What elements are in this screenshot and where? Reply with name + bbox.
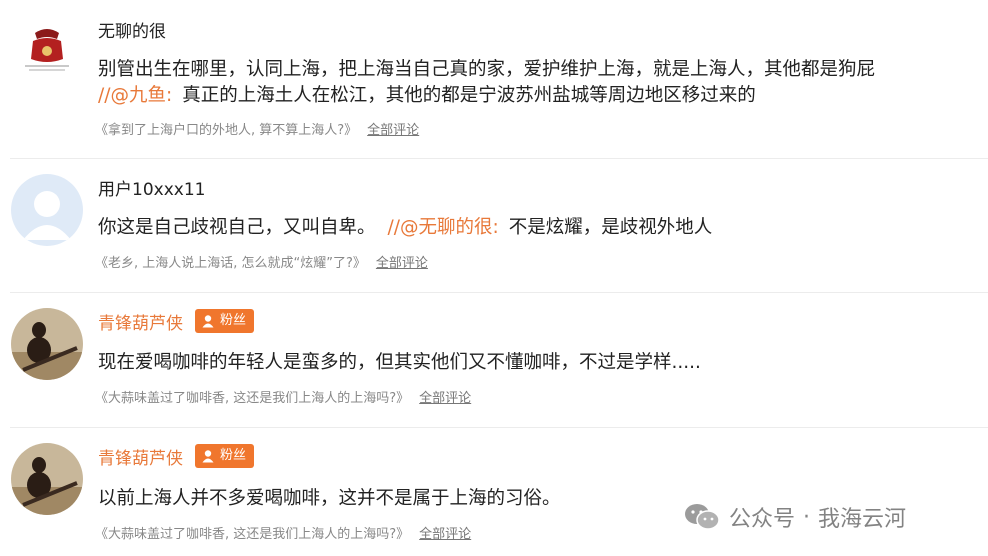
all-comments-link[interactable]: 全部评论	[367, 123, 419, 138]
comment-item: 青锋葫芦侠 粉丝 现在爱喝咖啡的年轻人是蛮多的，但其实他们又不懂咖啡，不过是学样…	[0, 293, 988, 427]
wechat-watermark: 公众号 · 我海云河	[683, 499, 906, 535]
comment-text: 别管出生在哪里，认同上海，把上海当自己真的家，爱护维护上海，就是上海人，其他都是…	[98, 56, 875, 84]
all-comments-link[interactable]: 全部评论	[376, 256, 428, 271]
reply-mention-link[interactable]: //@九鱼:	[98, 85, 172, 106]
fan-badge: 粉丝	[195, 309, 255, 333]
comment-text: 你这是自己歧视自己，又叫自卑。 //@无聊的很: 不是炫耀，是歧视外地人	[98, 214, 712, 242]
source-article-title[interactable]: 《大蒜味盖过了咖啡香, 这还是我们上海人的上海吗?》	[95, 391, 409, 406]
watermark-dot: ·	[803, 504, 811, 530]
person-icon	[202, 450, 214, 463]
watermark-name: 我海云河	[818, 507, 907, 532]
comment-item: 用户10xxx11 你这是自己歧视自己，又叫自卑。 //@无聊的很: 不是炫耀，是歧…	[0, 159, 988, 292]
comment-item: 无聊的很 别管出生在哪里，认同上海，把上海当自己真的家，爱护维护上海，就是上海人…	[0, 0, 988, 158]
username[interactable]: 青锋葫芦侠	[98, 449, 183, 469]
reply-quote: //@九鱼: 真正的上海土人在松江，其他的都是宁波苏州盐城等周边地区移过来的	[98, 82, 756, 110]
reply-text: 真正的上海土人在松江，其他的都是宁波苏州盐城等周边地区移过来的	[182, 85, 756, 106]
comment-item: 青锋葫芦侠 粉丝 以前上海人并不多爱喝咖啡，这并不是属于上海的习俗。 《大蒜味盖…	[0, 428, 988, 556]
avatar[interactable]	[11, 174, 83, 246]
all-comments-link[interactable]: 全部评论	[419, 391, 471, 406]
fan-badge-label: 粉丝	[220, 313, 247, 328]
gourd-avatar-image	[11, 443, 83, 515]
username[interactable]: 用户10xxx11	[98, 180, 205, 200]
reply-mention-link[interactable]: //@无聊的很:	[388, 217, 499, 238]
gourd-avatar-image	[11, 308, 83, 380]
avatar-image	[11, 11, 83, 83]
comment-text: 现在爱喝咖啡的年轻人是蛮多的，但其实他们又不懂咖啡，不过是学样.....	[98, 349, 701, 377]
source-article-title[interactable]: 《大蒜味盖过了咖啡香, 这还是我们上海人的上海吗?》	[95, 527, 409, 542]
default-avatar-icon	[11, 174, 83, 246]
comment-text: 以前上海人并不多爱喝咖啡，这并不是属于上海的习俗。	[98, 485, 561, 513]
source-article-title[interactable]: 《老乡, 上海人说上海话, 怎么就成“炫耀”了?》	[95, 256, 366, 271]
watermark-prefix: 公众号	[729, 507, 796, 532]
comment-text-main: 现在爱喝咖啡的年轻人是蛮多的，但其实他们又不懂咖啡，不过是学样.....	[98, 352, 701, 373]
fan-badge-label: 粉丝	[220, 448, 247, 463]
comment-text-line: 别管出生在哪里，认同上海，把上海当自己真的家，爱护维护上海，就是上海人，其他都是…	[98, 59, 876, 80]
avatar[interactable]	[11, 11, 83, 83]
fan-badge: 粉丝	[195, 444, 255, 468]
person-icon	[202, 315, 214, 328]
wechat-icon	[685, 504, 720, 530]
avatar[interactable]	[11, 308, 83, 380]
all-comments-link[interactable]: 全部评论	[419, 527, 471, 542]
comment-text-main: 你这是自己歧视自己，又叫自卑。	[98, 217, 376, 238]
comment-text-main: 以前上海人并不多爱喝咖啡，这并不是属于上海的习俗。	[98, 488, 561, 509]
username[interactable]: 青锋葫芦侠	[98, 314, 183, 334]
source-article: 《拿到了上海户口的外地人, 算不算上海人?》 全部评论	[95, 122, 419, 140]
source-article: 《老乡, 上海人说上海话, 怎么就成“炫耀”了?》 全部评论	[95, 255, 428, 273]
source-article: 《大蒜味盖过了咖啡香, 这还是我们上海人的上海吗?》 全部评论	[95, 390, 471, 408]
username[interactable]: 无聊的很	[98, 22, 166, 42]
reply-text: 不是炫耀，是歧视外地人	[508, 217, 713, 238]
source-article: 《大蒜味盖过了咖啡香, 这还是我们上海人的上海吗?》 全部评论	[95, 526, 471, 544]
source-article-title[interactable]: 《拿到了上海户口的外地人, 算不算上海人?》	[95, 123, 357, 138]
avatar[interactable]	[11, 443, 83, 515]
